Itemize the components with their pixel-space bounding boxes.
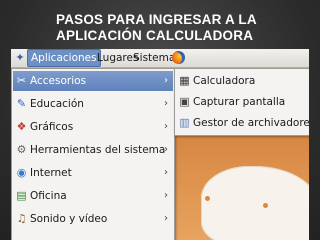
education-icon: ✎: [16, 97, 27, 110]
slide-title-line-2: APLICACIÓN CALCULADORA: [56, 28, 254, 43]
menu-item-graficos[interactable]: ❖ Gráficos ›: [13, 117, 173, 137]
menu-item-calculadora[interactable]: ▦ Calculadora: [176, 71, 309, 91]
submenu-arrow-icon: ›: [164, 190, 168, 201]
accessories-submenu: ▦ Calculadora ▣ Capturar pantalla ▥ Gest…: [174, 68, 309, 136]
menu-item-label: Oficina: [30, 190, 67, 202]
sound-video-icon: ♫: [16, 212, 27, 225]
top-panel: ✦ Aplicaciones Lugares Sistema: [11, 49, 309, 68]
slide-title: PASOS PARA INGRESAR A LA APLICACIÓN CALC…: [56, 12, 296, 44]
gnome-foot-icon[interactable]: ✦: [14, 51, 26, 65]
slide-background: PASOS PARA INGRESAR A LA APLICACIÓN CALC…: [0, 0, 320, 240]
menu-item-label: Accesorios: [30, 75, 87, 87]
menu-item-label: Gestor de archivadores: [193, 117, 309, 129]
menu-item-oficina[interactable]: ▤ Oficina ›: [13, 186, 173, 206]
internet-icon: ◉: [16, 166, 27, 179]
menu-item-accesorios[interactable]: ✂ Accesorios ›: [13, 71, 173, 91]
submenu-arrow-icon: ›: [164, 167, 168, 178]
menu-item-sonido-video[interactable]: ♫ Sonido y vídeo ›: [13, 209, 173, 229]
firefox-icon[interactable]: [172, 51, 185, 64]
calculator-icon: ▦: [179, 74, 190, 87]
accessories-icon: ✂: [16, 74, 27, 87]
submenu-arrow-icon: ›: [164, 144, 168, 155]
system-tools-icon: ⚙: [16, 143, 27, 156]
menu-item-label: Internet: [30, 167, 72, 179]
menu-aplicaciones[interactable]: Aplicaciones: [27, 49, 101, 67]
menu-item-herramientas[interactable]: ⚙ Herramientas del sistema ›: [13, 140, 173, 160]
office-icon: ▤: [16, 189, 27, 202]
wallpaper-dot: [205, 196, 210, 201]
submenu-arrow-icon: ›: [164, 121, 168, 132]
graphics-icon: ❖: [16, 120, 27, 133]
slide-title-line-1: PASOS PARA INGRESAR A LA: [56, 12, 257, 27]
menu-item-educacion[interactable]: ✎ Educación ›: [13, 94, 173, 114]
menu-item-label: Calculadora: [193, 75, 256, 87]
menu-item-label: Educación: [30, 98, 84, 110]
applications-menu: ✂ Accesorios › ✎ Educación › ❖ Gráficos …: [11, 68, 175, 240]
menu-item-label: Sonido y vídeo: [30, 213, 108, 225]
archive-manager-icon: ▥: [179, 116, 190, 129]
submenu-arrow-icon: ›: [164, 213, 168, 224]
submenu-arrow-icon: ›: [164, 98, 168, 109]
menu-sistema[interactable]: Sistema: [133, 49, 175, 67]
menu-item-label: Gráficos: [30, 121, 74, 133]
menu-item-internet[interactable]: ◉ Internet ›: [13, 163, 173, 183]
menu-item-gestor-archivadores[interactable]: ▥ Gestor de archivadores: [176, 113, 309, 133]
menu-item-label: Capturar pantalla: [193, 96, 286, 108]
menu-item-capturar-pantalla[interactable]: ▣ Capturar pantalla: [176, 92, 309, 112]
menu-item-label: Herramientas del sistema: [30, 144, 166, 156]
screenshot-icon: ▣: [179, 95, 190, 108]
wallpaper-map-shape: [201, 166, 309, 240]
desktop-screenshot: ✦ Aplicaciones Lugares Sistema ✂ Accesor…: [11, 49, 309, 240]
wallpaper-dot: [263, 203, 268, 208]
submenu-arrow-icon: ›: [164, 75, 168, 86]
